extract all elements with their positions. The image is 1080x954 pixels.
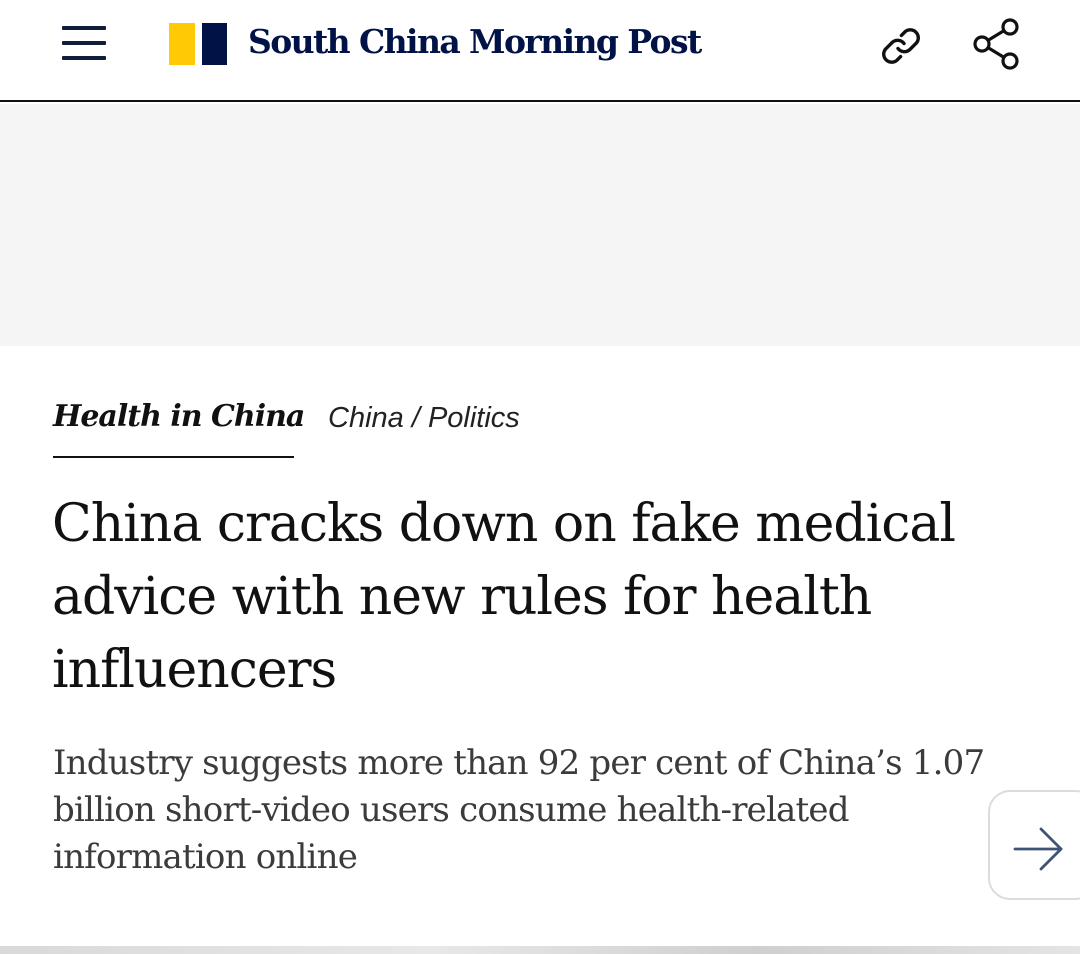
breadcrumb: China / Politics xyxy=(328,398,520,438)
logo-yellow-block xyxy=(169,23,195,65)
breadcrumb-china[interactable]: China xyxy=(328,402,404,434)
breadcrumb-separator: / xyxy=(403,402,428,434)
link-icon xyxy=(882,28,920,64)
top-header: South China Morning Post xyxy=(0,0,1080,102)
menu-line xyxy=(62,26,106,30)
section-label-health-in-china[interactable]: Health in China xyxy=(53,394,305,440)
share-icon xyxy=(973,18,1019,70)
copy-link-button[interactable] xyxy=(873,18,929,74)
logo-navy-block xyxy=(202,23,227,65)
arrow-right-icon xyxy=(1013,827,1063,871)
breadcrumb-politics[interactable]: Politics xyxy=(428,402,520,434)
scmp-logo-mark[interactable] xyxy=(169,23,229,65)
ad-placeholder xyxy=(0,104,1080,346)
hamburger-menu-button[interactable] xyxy=(60,26,108,64)
share-button[interactable] xyxy=(968,16,1024,72)
next-article-button[interactable] xyxy=(988,790,1080,900)
menu-line xyxy=(62,41,106,45)
site-logo-text[interactable]: South China Morning Post xyxy=(248,18,702,66)
article-headline: China cracks down on fake medical advice… xyxy=(52,494,956,700)
section-underline xyxy=(53,456,294,458)
menu-line xyxy=(62,56,106,60)
image-preview-edge xyxy=(0,946,1080,954)
article-summary: Industry suggests more than 92 per cent … xyxy=(53,743,985,877)
